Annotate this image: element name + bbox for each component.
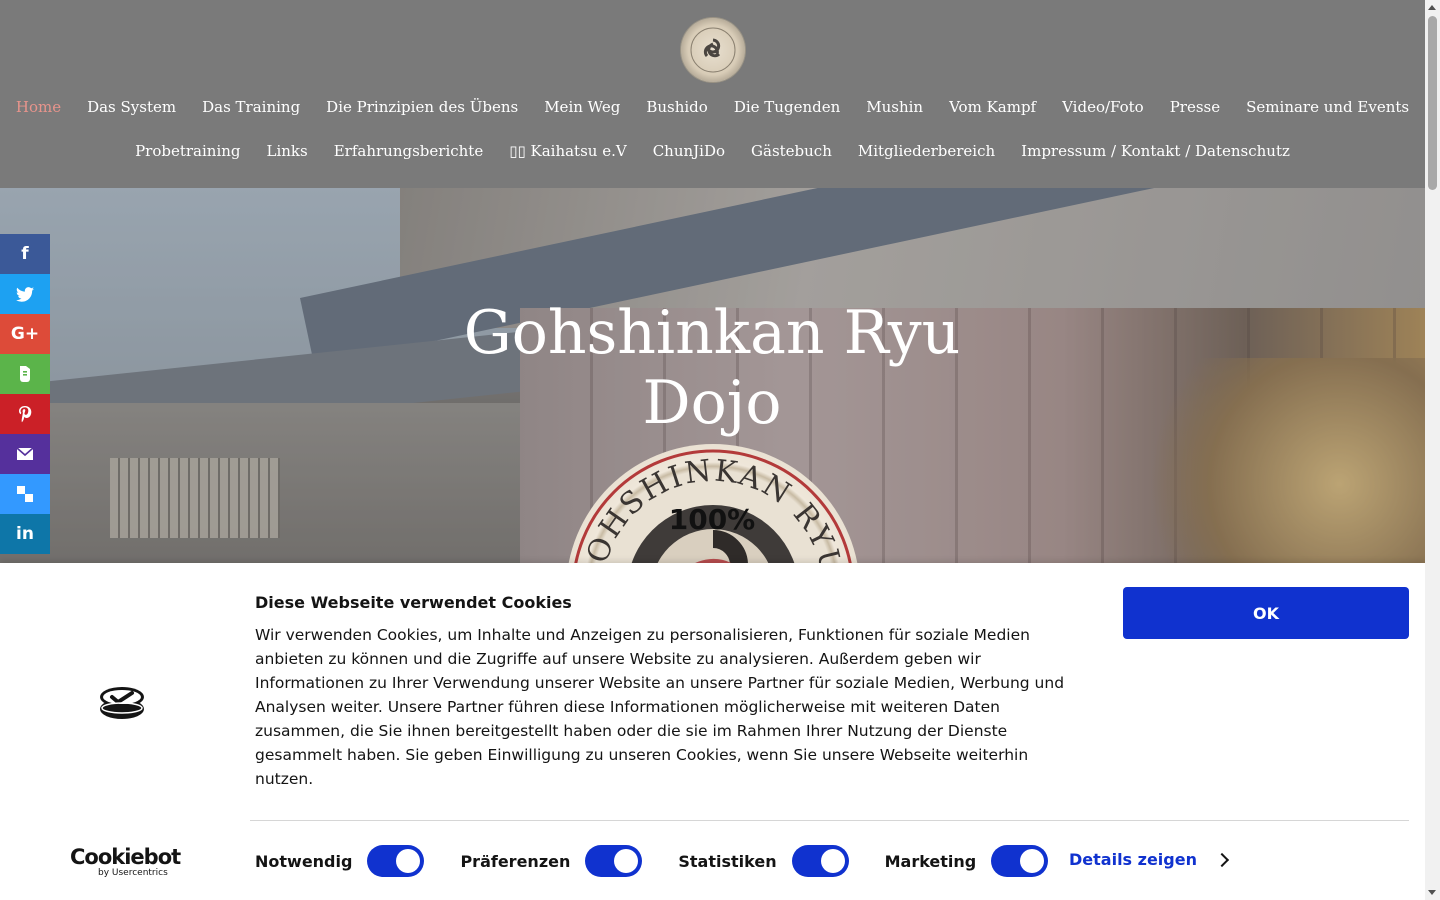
toggle-label-statistiken: Statistiken bbox=[678, 851, 777, 871]
twitter-icon bbox=[16, 286, 34, 302]
cookie-description: Wir verwenden Cookies, um Inhalte und An… bbox=[255, 626, 1065, 788]
nav-video-foto[interactable]: Video/Foto bbox=[1062, 96, 1144, 118]
google-plus-icon: G+ bbox=[10, 324, 40, 344]
toggle-label-notwendig: Notwendig bbox=[255, 851, 353, 871]
evernote-icon bbox=[20, 366, 30, 382]
toggle-label-praeferenzen: Präferenzen bbox=[460, 851, 571, 871]
toggle-notwendig[interactable] bbox=[367, 845, 425, 877]
nav-mitgliederbereich[interactable]: Mitgliederbereich bbox=[858, 140, 995, 162]
share-pinterest-button[interactable] bbox=[0, 394, 50, 434]
share-facebook-button[interactable]: f bbox=[0, 234, 50, 274]
social-share-bar: f G+ in bbox=[0, 234, 50, 554]
cookiebot-brand-name: Cookiebot bbox=[70, 845, 181, 869]
scroll-thumb[interactable] bbox=[1428, 16, 1437, 190]
scroll-down-arrow-icon[interactable] bbox=[1428, 890, 1436, 895]
nav-probetraining[interactable]: Probetraining bbox=[135, 140, 240, 162]
nav-gaestebuch[interactable]: Gästebuch bbox=[751, 140, 832, 162]
nav-das-system[interactable]: Das System bbox=[87, 96, 176, 118]
nav-bushido[interactable]: Bushido bbox=[646, 96, 707, 118]
cookie-consent-banner: Diese Webseite verwendet Cookies Wir ver… bbox=[0, 563, 1425, 900]
cookie-details-label: Details zeigen bbox=[1069, 850, 1197, 869]
cookie-details-link[interactable]: Details zeigen bbox=[1069, 850, 1230, 869]
nav-seminare[interactable]: Seminare und Events bbox=[1246, 96, 1409, 118]
nav-erfahrungsberichte[interactable]: Erfahrungsberichte bbox=[334, 140, 483, 162]
nav-mein-weg[interactable]: Mein Weg bbox=[544, 96, 620, 118]
email-icon bbox=[17, 448, 33, 460]
toggle-statistiken[interactable] bbox=[791, 845, 849, 877]
hero-title-line-1: Gohshinkan Ryu bbox=[463, 298, 961, 368]
nav-vom-kampf[interactable]: Vom Kampf bbox=[949, 96, 1036, 118]
cookie-divider bbox=[250, 820, 1409, 821]
toggle-knob bbox=[1020, 849, 1045, 873]
hero-section: Gohshinkan Ryu Dojo GOHSHINKAN RYU 100% bbox=[0, 188, 1425, 563]
nav-tugenden[interactable]: Die Tugenden bbox=[734, 96, 840, 118]
share-delicious-button[interactable] bbox=[0, 474, 50, 514]
toggle-group-notwendig: Notwendig bbox=[255, 845, 425, 877]
cookie-title: Diese Webseite verwendet Cookies bbox=[255, 593, 572, 612]
nav-links[interactable]: Links bbox=[267, 140, 308, 162]
nav-home[interactable]: Home bbox=[16, 96, 61, 118]
hero-title: Gohshinkan Ryu Dojo bbox=[412, 298, 1012, 438]
triskelion-logo-icon bbox=[690, 27, 736, 73]
chevron-right-icon bbox=[1214, 852, 1230, 867]
page-scrollbar[interactable] bbox=[1425, 0, 1440, 900]
cookie-category-toggles: Notwendig Präferenzen Statistiken Market… bbox=[255, 845, 1084, 877]
toggle-marketing[interactable] bbox=[991, 845, 1049, 877]
nav-mushin[interactable]: Mushin bbox=[866, 96, 923, 118]
nav-chunjido[interactable]: ChunJiDo bbox=[653, 140, 725, 162]
share-email-button[interactable] bbox=[0, 434, 50, 474]
main-nav-row-1: Home Das System Das Training Die Prinzip… bbox=[0, 96, 1425, 118]
facebook-icon: f bbox=[21, 244, 29, 264]
toggle-label-marketing: Marketing bbox=[884, 851, 977, 871]
toggle-group-praeferenzen: Präferenzen bbox=[460, 845, 643, 877]
cookiebot-brand-by: by Usercentrics bbox=[98, 868, 168, 878]
share-evernote-button[interactable] bbox=[0, 354, 50, 394]
nav-presse[interactable]: Presse bbox=[1170, 96, 1220, 118]
share-linkedin-button[interactable]: in bbox=[0, 514, 50, 554]
nav-impressum[interactable]: Impressum / Kontakt / Datenschutz bbox=[1021, 140, 1290, 162]
toggle-knob bbox=[614, 849, 639, 873]
pinterest-icon bbox=[19, 406, 32, 423]
toggle-group-statistiken: Statistiken bbox=[678, 845, 849, 877]
toggle-knob bbox=[820, 849, 845, 873]
nav-prinzipien[interactable]: Die Prinzipien des Übens bbox=[326, 96, 518, 118]
share-twitter-button[interactable] bbox=[0, 274, 50, 314]
scroll-up-arrow-icon[interactable] bbox=[1428, 5, 1436, 10]
nav-das-training[interactable]: Das Training bbox=[202, 96, 300, 118]
loading-percent: 100% bbox=[668, 503, 756, 536]
toggle-praeferenzen[interactable] bbox=[585, 845, 643, 877]
cookie-ok-button[interactable]: OK bbox=[1123, 587, 1409, 639]
linkedin-icon: in bbox=[16, 524, 34, 544]
toggle-knob bbox=[396, 849, 421, 873]
nav-kaihatsu[interactable]: ▯▯ Kaihatsu e.V bbox=[509, 140, 626, 162]
delicious-icon bbox=[17, 486, 33, 502]
hero-title-line-2: Dojo bbox=[642, 368, 782, 438]
main-nav-row-2: Probetraining Links Erfahrungsberichte ▯… bbox=[0, 140, 1425, 162]
share-google-plus-button[interactable]: G+ bbox=[0, 314, 50, 354]
site-header: Home Das System Das Training Die Prinzip… bbox=[0, 0, 1425, 188]
cookiebot-brand[interactable]: Cookiebot by Usercentrics bbox=[70, 845, 181, 878]
toggle-group-marketing: Marketing bbox=[885, 845, 1049, 877]
cookiebot-logo-icon bbox=[100, 687, 144, 719]
site-logo[interactable] bbox=[681, 18, 745, 82]
